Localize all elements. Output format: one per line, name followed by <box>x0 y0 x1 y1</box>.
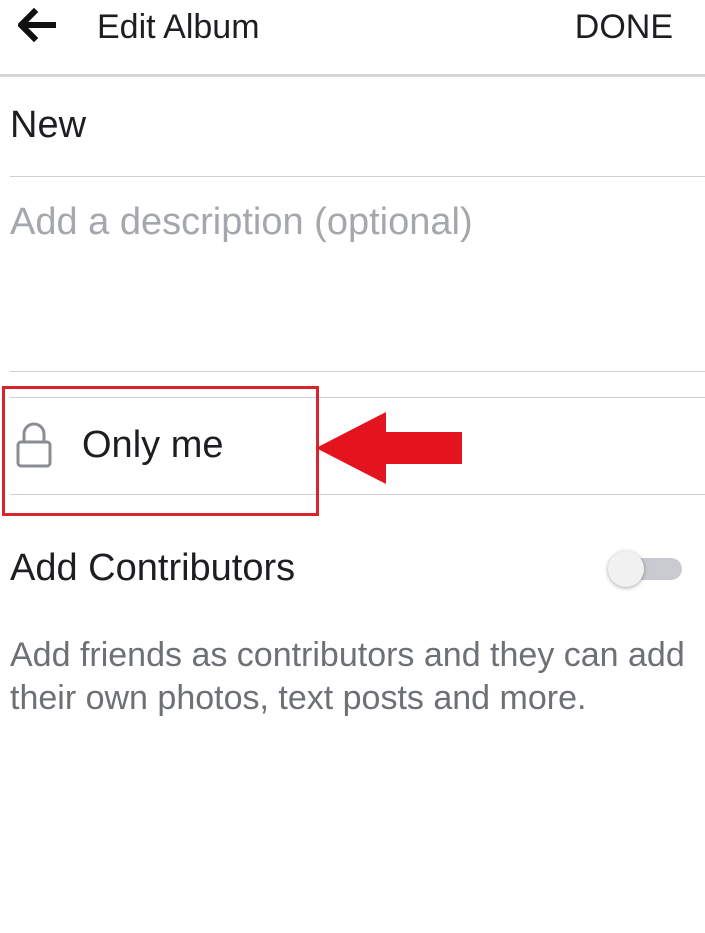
contributors-description: Add friends as contributors and they can… <box>10 636 685 717</box>
description-field[interactable]: Add a description (optional) <box>10 197 690 357</box>
divider <box>10 371 705 372</box>
add-contributors-toggle[interactable] <box>608 551 684 587</box>
back-button[interactable] <box>16 6 66 48</box>
annotation-highlight-box <box>2 386 319 516</box>
add-contributors-label: Add Contributors <box>10 547 296 589</box>
album-name-field[interactable]: New <box>10 100 86 150</box>
done-button[interactable]: DONE <box>575 6 673 48</box>
arrow-left-icon <box>16 7 56 43</box>
annotation-arrow-icon <box>316 412 462 484</box>
toggle-knob <box>608 551 644 587</box>
app-header: Edit Album DONE <box>0 0 705 77</box>
divider <box>10 176 705 177</box>
page-title: Edit Album <box>97 8 260 46</box>
